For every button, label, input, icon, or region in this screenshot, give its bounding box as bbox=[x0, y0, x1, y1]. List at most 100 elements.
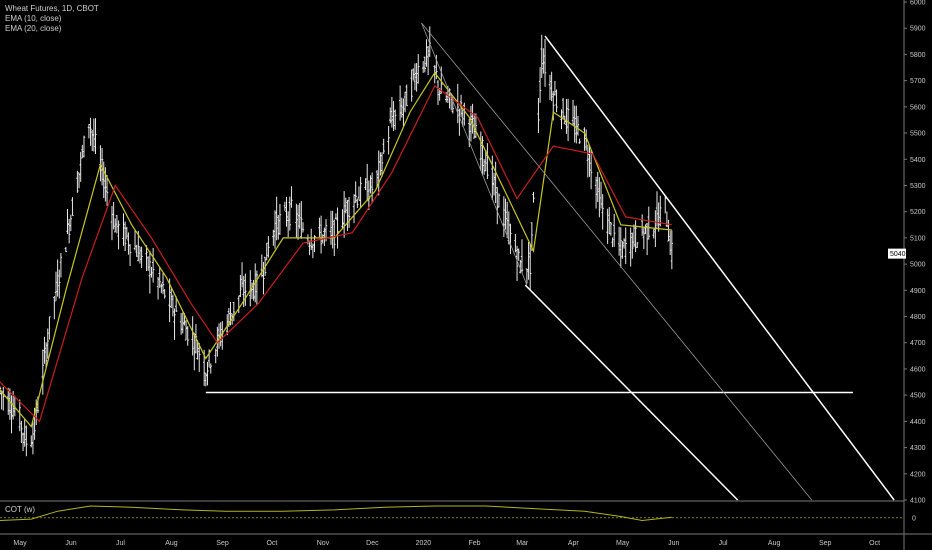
price-bar bbox=[21, 432, 25, 452]
price-bar bbox=[239, 275, 242, 298]
price-bar bbox=[114, 218, 117, 233]
price-bar bbox=[542, 48, 545, 74]
price-bar bbox=[262, 261, 265, 295]
price-bar bbox=[308, 240, 311, 256]
cot-zero-label: 0 bbox=[912, 515, 916, 522]
y-tick-label: 4300 bbox=[910, 445, 926, 452]
price-bar bbox=[66, 209, 69, 235]
price-bar bbox=[54, 271, 58, 301]
price-bar bbox=[288, 196, 292, 231]
price-bar bbox=[412, 68, 415, 81]
price-bar bbox=[278, 204, 282, 235]
price-chart[interactable]: 6000 5900 5800 5700 5600 5500 5400 5300 5200 5100… bbox=[0, 0, 932, 550]
price-bar bbox=[181, 312, 184, 334]
price-bar bbox=[87, 124, 91, 139]
price-bar bbox=[265, 242, 268, 261]
y-tick-label: 5500 bbox=[910, 131, 926, 138]
y-tick-label: 4600 bbox=[910, 366, 926, 373]
price-bar bbox=[387, 126, 390, 155]
y-tick-label: 5700 bbox=[910, 78, 926, 85]
y-tick-label: 5000 bbox=[910, 262, 926, 269]
price-bar bbox=[537, 97, 540, 134]
price-bar bbox=[301, 222, 305, 233]
price-bar bbox=[479, 131, 483, 171]
price-bar bbox=[255, 270, 259, 305]
price-bar bbox=[525, 268, 529, 284]
price-bar bbox=[334, 213, 338, 220]
price-bar bbox=[285, 196, 288, 227]
y-tick-label: 4900 bbox=[910, 288, 926, 295]
y-tick-label: 5300 bbox=[910, 183, 926, 190]
price-bar bbox=[110, 205, 114, 241]
price-bar bbox=[629, 227, 632, 267]
price-bar bbox=[458, 108, 461, 136]
price-bar bbox=[421, 61, 425, 73]
x-tick-label: Feb bbox=[468, 540, 480, 547]
price-bar bbox=[509, 223, 512, 254]
price-bar bbox=[244, 273, 247, 306]
price-bar bbox=[273, 210, 277, 249]
price-bar bbox=[369, 175, 372, 194]
price-bar bbox=[272, 229, 275, 246]
price-bar bbox=[117, 220, 120, 250]
price-bar bbox=[69, 214, 73, 232]
price-bar bbox=[514, 233, 517, 253]
price-bar bbox=[548, 74, 552, 101]
x-tick-label: May bbox=[13, 540, 27, 547]
price-bar bbox=[341, 209, 344, 230]
legend-ema10: EMA (10, close) bbox=[5, 14, 62, 23]
price-bar bbox=[642, 227, 646, 250]
price-bar bbox=[58, 269, 61, 299]
price-bar bbox=[319, 215, 323, 254]
price-bar bbox=[25, 425, 28, 457]
price-bar bbox=[296, 204, 300, 240]
price-bar bbox=[492, 172, 496, 196]
y-tick-label: 5600 bbox=[910, 104, 926, 111]
price-bar bbox=[667, 219, 670, 242]
price-bar bbox=[170, 288, 173, 309]
price-bar bbox=[318, 217, 321, 237]
price-bar bbox=[193, 332, 196, 371]
price-bar bbox=[540, 34, 543, 78]
y-tick-label: 4700 bbox=[910, 340, 926, 347]
price-bar bbox=[158, 267, 161, 288]
price-bar bbox=[250, 282, 254, 300]
price-bar bbox=[425, 39, 428, 67]
price-bar bbox=[146, 256, 150, 271]
price-bar bbox=[382, 138, 385, 154]
price-bar bbox=[553, 80, 557, 96]
price-bar bbox=[598, 177, 601, 218]
x-tick-label: Sep bbox=[216, 540, 229, 547]
price-bar bbox=[122, 213, 125, 246]
price-bar bbox=[405, 84, 408, 107]
price-bar bbox=[300, 201, 303, 239]
ema10-line bbox=[0, 71, 672, 428]
price-bar bbox=[624, 227, 627, 265]
y-tick-label: 5100 bbox=[910, 235, 926, 242]
price-bar bbox=[565, 98, 568, 134]
x-tick-label: May bbox=[616, 540, 630, 547]
x-tick-label: 2020 bbox=[416, 540, 432, 547]
price-bar bbox=[377, 150, 380, 196]
price-bar bbox=[283, 201, 287, 211]
price-bar bbox=[342, 191, 346, 238]
price-bar bbox=[277, 214, 280, 240]
x-tick-label: Sep bbox=[819, 540, 832, 547]
price-bar bbox=[436, 80, 440, 106]
price-bar bbox=[133, 229, 137, 251]
price-bar bbox=[560, 109, 563, 130]
price-bar bbox=[186, 326, 189, 346]
price-bar bbox=[275, 196, 278, 241]
price-bar bbox=[79, 151, 82, 182]
price-bar bbox=[23, 418, 26, 447]
price-bar bbox=[463, 102, 466, 126]
price-bar bbox=[611, 237, 614, 248]
channel-1-line bbox=[421, 22, 528, 286]
price-bar bbox=[41, 349, 45, 395]
price-bar bbox=[668, 230, 672, 256]
price-bar bbox=[191, 316, 194, 356]
price-bar bbox=[504, 198, 507, 230]
price-bar bbox=[346, 199, 349, 231]
y-tick-label: 4400 bbox=[910, 419, 926, 426]
price-bar bbox=[410, 69, 413, 102]
